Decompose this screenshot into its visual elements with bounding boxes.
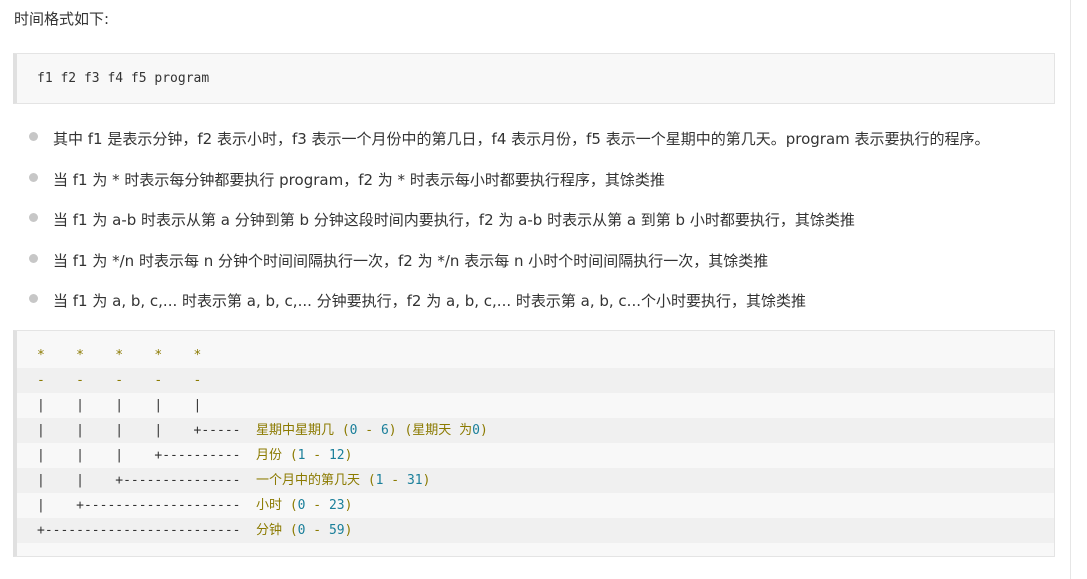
diagram-text: 小时 ( (256, 498, 298, 513)
list-item-text: 当 f1 为 a-b 时表示从第 a 分钟到第 b 分钟这段时间内要执行，f2 … (53, 211, 855, 229)
diagram-number: 0 (472, 423, 480, 438)
diagram-row: - - - - - (17, 368, 1054, 393)
intro-text: 时间格式如下: (14, 10, 110, 28)
diagram-label: 小时 (0 - 23) (256, 493, 352, 518)
diagram-number: 59 (328, 523, 345, 538)
diagram-row: | +-------------------- 小时 (0 - 23) (17, 493, 1054, 518)
diagram-text: 月份 ( (256, 448, 298, 463)
format-line: f1 f2 f3 f4 f5 program (37, 71, 210, 86)
list-item-text: 当 f1 为 a, b, c,... 时表示第 a, b, c,... 分钟要执… (53, 292, 806, 310)
list-item: 当 f1 为 a-b 时表示从第 a 分钟到第 b 分钟这段时间内要执行，f2 … (0, 203, 1087, 244)
diagram-text: 一个月中的第几天 ( (256, 473, 376, 488)
list-item: 其中 f1 是表示分钟，f2 表示小时，f3 表示一个月份中的第几日，f4 表示… (0, 122, 1087, 163)
diagram-label: 星期中星期几 (0 - 6) (星期天 为0) (256, 418, 488, 443)
bullet-dot-icon (29, 253, 38, 263)
diagram-row: | | | +---------- 月份 (1 - 12) (17, 443, 1054, 468)
diagram-row: +------------------------- 分钟 (0 - 59) (17, 518, 1054, 543)
diagram-text: - (305, 448, 329, 463)
format-code-block: f1 f2 f3 f4 f5 program (13, 53, 1055, 104)
diagram-text: - (305, 523, 329, 538)
diagram-text: 星期中星期几 ( (256, 423, 350, 438)
list-item: 当 f1 为 * 时表示每分钟都要执行 program，f2 为 * 时表示每小… (0, 163, 1087, 204)
diagram-number: 31 (406, 473, 423, 488)
diagram-text: ) (星期天 为 (388, 423, 473, 438)
diagram-number: 12 (328, 448, 345, 463)
diagram-art: | | | | +----- (37, 423, 241, 438)
diagram-art: | | | | | (37, 398, 202, 413)
list-item: 当 f1 为 */n 时表示每 n 分钟个时间间隔执行一次，f2 为 */n 表… (0, 244, 1087, 285)
list-item-text: 其中 f1 是表示分钟，f2 表示小时，f3 表示一个月份中的第几日，f4 表示… (53, 130, 990, 148)
bullet-dot-icon (29, 294, 38, 303)
diagram-art: * * * * * (37, 348, 202, 363)
diagram-label: 一个月中的第几天 (1 - 31) (256, 468, 430, 493)
diagram-text: ) (479, 423, 488, 438)
diagram-text: 分钟 ( (256, 523, 298, 538)
bullet-dot-icon (29, 213, 38, 222)
diagram-text: - (305, 498, 329, 513)
diagram-text: ) (344, 448, 353, 463)
diagram-text: - (357, 423, 381, 438)
diagram-art: - - - - - (37, 373, 202, 388)
diagram-number: 23 (328, 498, 345, 513)
diagram-label: 分钟 (0 - 59) (256, 518, 352, 543)
diagram-row: | | +--------------- 一个月中的第几天 (1 - 31) (17, 468, 1054, 493)
diagram-art: | | | +---------- (37, 448, 241, 463)
diagram-number: 6 (380, 423, 389, 438)
list-item-text: 当 f1 为 * 时表示每分钟都要执行 program，f2 为 * 时表示每小… (53, 170, 665, 189)
diagram-text: - (383, 473, 407, 488)
diagram-art: | | +--------------- (37, 473, 241, 488)
cron-diagram-code-block: * * * * * - - - - - | | | | | | | | | +-… (13, 330, 1055, 557)
bullet-list: 其中 f1 是表示分钟，f2 表示小时，f3 表示一个月份中的第几日，f4 表示… (0, 122, 1087, 325)
diagram-text: ) (344, 523, 353, 538)
diagram-row: | | | | | (17, 393, 1054, 418)
diagram-text: ) (344, 498, 353, 513)
diagram-art: +------------------------- (37, 523, 241, 538)
list-item-text: 当 f1 为 */n 时表示每 n 分钟个时间间隔执行一次，f2 为 */n 表… (53, 251, 769, 270)
diagram-text: ) (422, 473, 431, 488)
diagram-label: 月份 (1 - 12) (256, 443, 352, 468)
diagram-art: | +-------------------- (37, 498, 241, 513)
diagram-row: | | | | +----- 星期中星期几 (0 - 6) (星期天 为0) (17, 418, 1054, 443)
bullet-dot-icon (29, 172, 38, 182)
list-item: 当 f1 为 a, b, c,... 时表示第 a, b, c,... 分钟要执… (0, 284, 1087, 325)
scrollbar-track[interactable] (1070, 0, 1087, 579)
diagram-row: * * * * * (17, 343, 1054, 368)
bullet-dot-icon (29, 132, 38, 141)
